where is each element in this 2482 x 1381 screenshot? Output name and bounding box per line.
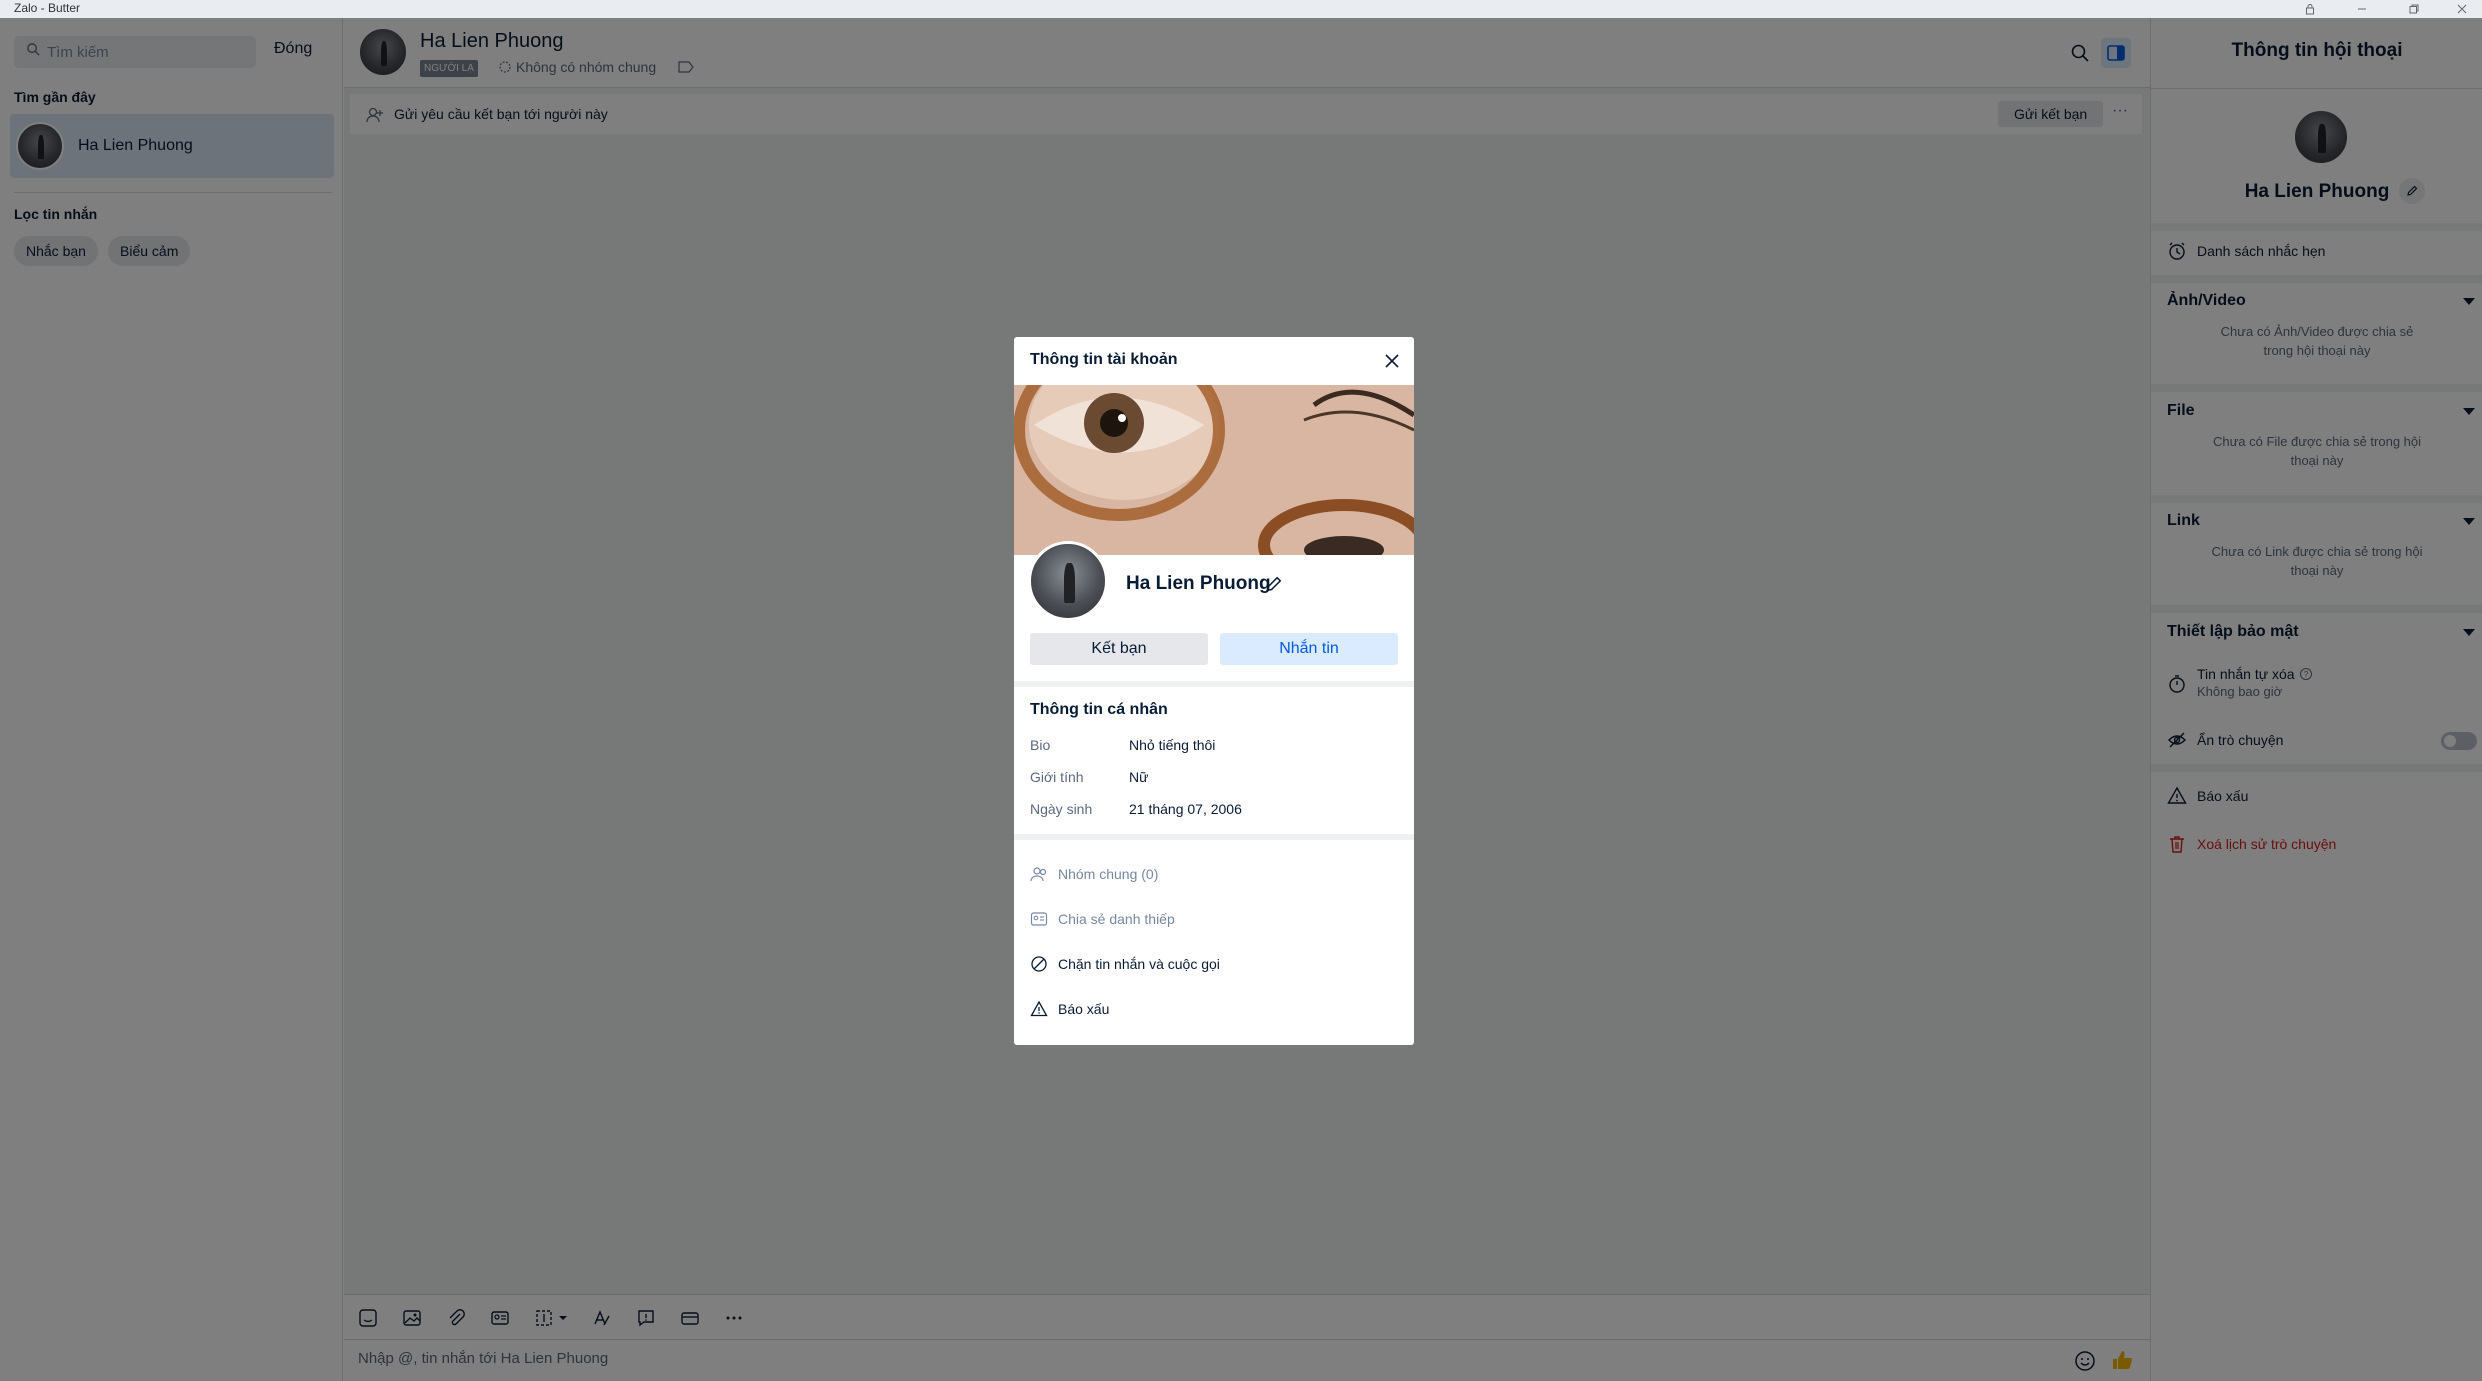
block-icon xyxy=(1031,956,1047,972)
contact-card-icon xyxy=(1030,912,1048,926)
minimize-icon[interactable] xyxy=(2342,0,2382,18)
group-icon xyxy=(1030,867,1047,882)
share-card-action[interactable]: Chia sẻ danh thiếp xyxy=(1030,910,1175,928)
share-card-label: Chia sẻ danh thiếp xyxy=(1058,911,1175,927)
common-groups-action[interactable]: Nhóm chung (0) xyxy=(1030,865,1158,883)
report-action[interactable]: Báo xấu xyxy=(1030,1000,1109,1018)
block-label: Chặn tin nhắn và cuộc gọi xyxy=(1058,956,1220,972)
pencil-icon[interactable] xyxy=(1264,574,1284,594)
warning-icon xyxy=(1030,1000,1048,1017)
cover-image xyxy=(1014,385,1414,555)
modal-title: Thông tin tài khoản xyxy=(1030,351,1178,368)
gender-value: Nữ xyxy=(1129,769,1149,785)
gender-label: Giới tính xyxy=(1030,769,1084,785)
birthday-label: Ngày sinh xyxy=(1030,801,1093,817)
block-action[interactable]: Chặn tin nhắn và cuộc gọi xyxy=(1030,955,1220,973)
divider xyxy=(1014,834,1414,840)
cover-photo[interactable] xyxy=(1014,385,1414,555)
profile-avatar[interactable] xyxy=(1028,541,1108,621)
personal-info-title: Thông tin cá nhân xyxy=(1030,701,1168,718)
account-info-modal: Thông tin tài khoản Ha Lien Phuong Kết b… xyxy=(1014,337,1414,1045)
restore-icon[interactable] xyxy=(2394,0,2434,18)
report-action-label: Báo xấu xyxy=(1058,1001,1110,1017)
window-titlebar: Zalo - Butter xyxy=(0,0,2482,18)
bio-label: Bio xyxy=(1030,737,1051,753)
send-message-button[interactable]: Nhắn tin xyxy=(1220,633,1398,665)
birthday-value: 21 tháng 07, 2006 xyxy=(1129,801,1242,817)
profile-name: Ha Lien Phuong xyxy=(1126,573,1271,594)
divider xyxy=(1014,681,1414,687)
bio-value: Nhỏ tiếng thôi xyxy=(1129,737,1216,753)
window-title: Zalo - Butter xyxy=(14,1,81,15)
lock-icon[interactable] xyxy=(2290,0,2330,18)
common-groups-action-label: Nhóm chung (0) xyxy=(1058,866,1159,882)
close-icon[interactable] xyxy=(1380,349,1404,373)
close-window-icon[interactable] xyxy=(2442,0,2482,18)
add-friend-button[interactable]: Kết bạn xyxy=(1030,633,1208,665)
